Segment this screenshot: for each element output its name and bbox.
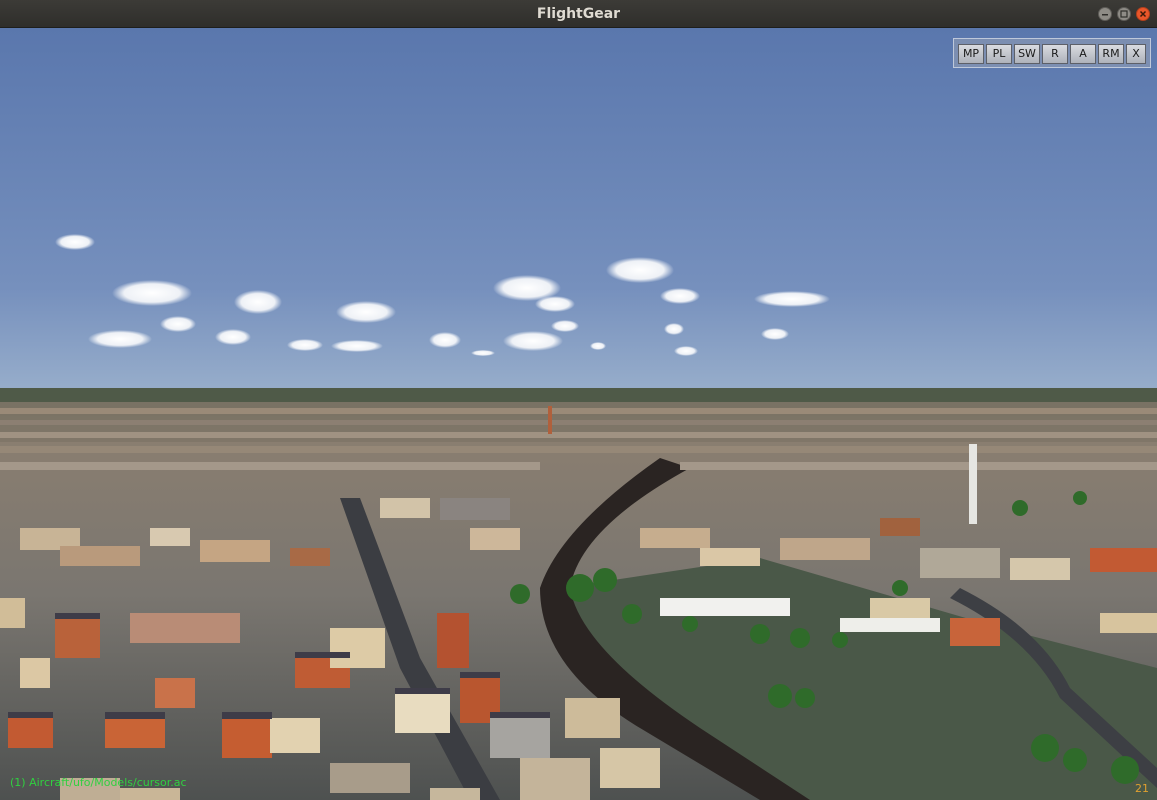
- a-button[interactable]: A: [1070, 44, 1096, 64]
- fps-counter: 21: [1135, 782, 1149, 795]
- maximize-icon: [1120, 10, 1128, 18]
- city-scene: [0, 28, 1157, 800]
- pl-button[interactable]: PL: [986, 44, 1012, 64]
- close-button[interactable]: [1136, 7, 1150, 21]
- rm-button[interactable]: RM: [1098, 44, 1124, 64]
- r-button[interactable]: R: [1042, 44, 1068, 64]
- sw-button[interactable]: SW: [1014, 44, 1040, 64]
- multiplayer-toolbar: MP PL SW R A RM X: [953, 38, 1151, 68]
- window-title: FlightGear: [536, 6, 621, 22]
- 3d-viewport[interactable]: [0, 28, 1157, 800]
- close-icon: [1139, 10, 1147, 18]
- chimney-tower: [969, 444, 977, 524]
- minimize-button[interactable]: [1098, 7, 1112, 21]
- horizon-band: [0, 388, 1157, 402]
- maximize-button[interactable]: [1117, 7, 1131, 21]
- close-toolbar-button[interactable]: X: [1126, 44, 1146, 64]
- sky: [0, 28, 1157, 400]
- minimize-icon: [1102, 14, 1108, 16]
- hud-status-text: (1) Aircraft/ufo/Models/cursor.ac: [10, 776, 187, 789]
- mp-button[interactable]: MP: [958, 44, 984, 64]
- window-titlebar[interactable]: FlightGear: [0, 0, 1157, 28]
